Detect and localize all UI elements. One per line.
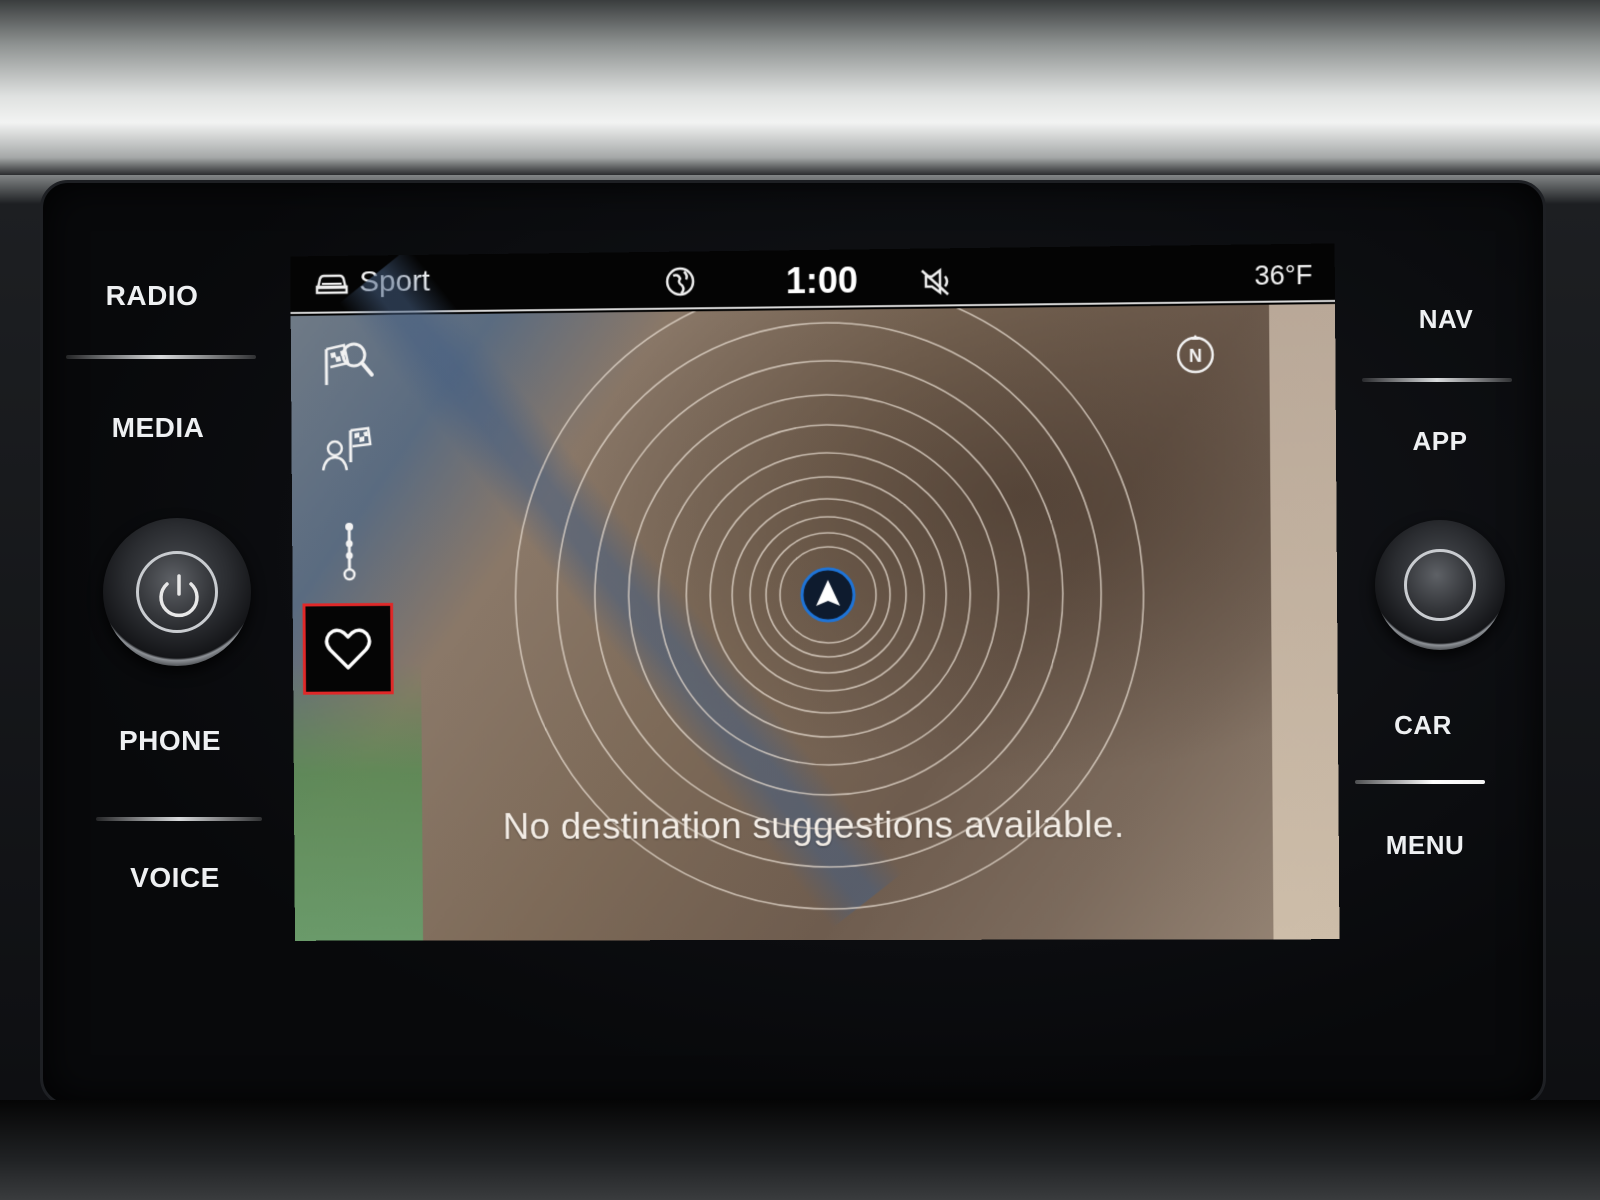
car-button[interactable]: CAR: [1343, 710, 1503, 741]
phone-button[interactable]: PHONE: [90, 725, 250, 757]
dashboard-lower-trim: [0, 1100, 1600, 1200]
current-position-arrow-icon: [800, 567, 856, 623]
divider: [1362, 378, 1512, 382]
power-volume-knob[interactable]: [103, 518, 251, 666]
app-button[interactable]: APP: [1360, 426, 1520, 457]
divider: [66, 355, 256, 359]
sidebar-item-destination-search[interactable]: [310, 325, 385, 401]
speaker-muted-icon[interactable]: [918, 266, 958, 297]
compass-north-icon[interactable]: N: [1173, 332, 1218, 377]
touchscreen: Sport 1:00 36°F: [290, 243, 1339, 940]
tune-scroll-knob[interactable]: [1375, 520, 1505, 650]
sidebar-item-contacts-destination[interactable]: [311, 414, 386, 490]
radio-button[interactable]: RADIO: [72, 280, 232, 312]
outside-temperature: 36°F: [1254, 260, 1312, 292]
compass-label: N: [1189, 346, 1202, 366]
nav-button[interactable]: NAV: [1366, 304, 1526, 335]
menu-button[interactable]: MENU: [1345, 830, 1505, 861]
person-flag-icon: [319, 424, 378, 480]
divider: [1355, 780, 1485, 784]
power-icon: [103, 518, 251, 666]
dashboard-trim: [0, 0, 1600, 175]
media-button[interactable]: MEDIA: [78, 412, 238, 444]
no-destination-message: No destination suggestions available.: [294, 803, 1339, 848]
sidebar-item-route[interactable]: [312, 514, 387, 590]
sidebar-item-favorites[interactable]: [302, 603, 393, 695]
flag-search-icon: [318, 335, 377, 391]
route-stops-icon: [329, 520, 369, 584]
heart-icon: [322, 625, 374, 673]
knob-cap: [1404, 549, 1477, 622]
map-view[interactable]: N No destination suggestions available.: [291, 304, 1340, 941]
divider: [96, 817, 262, 821]
car-profile-icon[interactable]: [314, 268, 350, 298]
voice-button[interactable]: VOICE: [95, 862, 255, 894]
globe-icon[interactable]: [664, 265, 696, 297]
clock: 1:00: [786, 259, 858, 302]
